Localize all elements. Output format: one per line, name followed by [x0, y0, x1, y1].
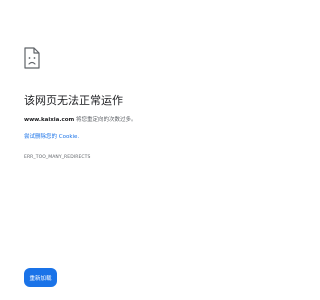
error-message-text: 将您重定向的次数过多。: [74, 117, 137, 123]
error-message: www.kaixia.com 将您重定向的次数过多。: [24, 115, 137, 123]
error-domain: www.kaixia.com: [24, 117, 75, 123]
error-title: 该网页无法正常运作: [24, 94, 123, 107]
reload-button[interactable]: 重新加载: [24, 268, 57, 287]
delete-cookies-link[interactable]: 尝试删除您的 Cookie.: [24, 132, 79, 140]
error-page: 该网页无法正常运作 www.kaixia.com 将您重定向的次数过多。 尝试删…: [0, 0, 300, 300]
error-code: ERR_TOO_MANY_REDIRECTS: [24, 155, 91, 160]
sad-page-icon: [24, 47, 40, 69]
